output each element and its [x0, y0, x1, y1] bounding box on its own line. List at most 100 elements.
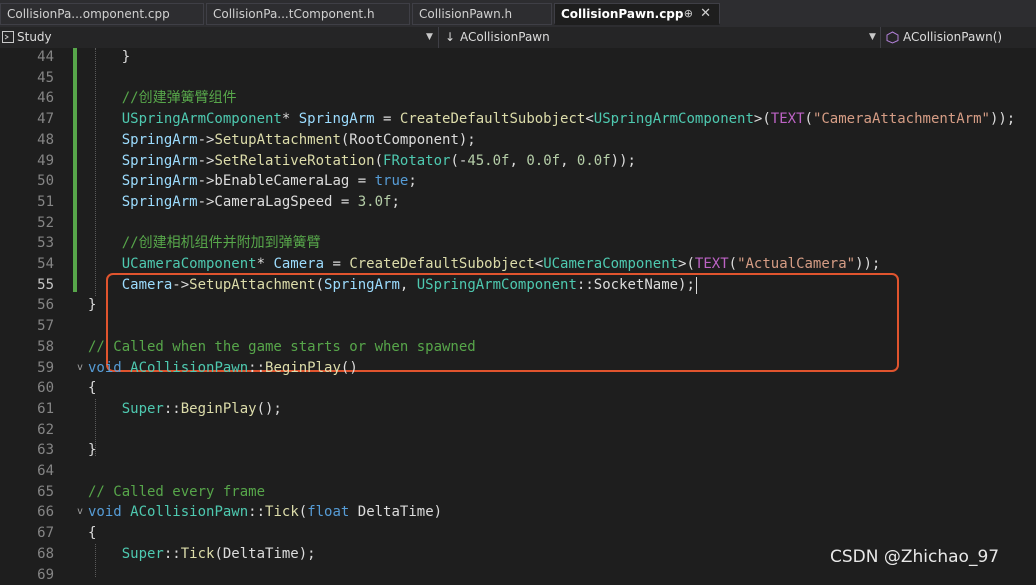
code-editor[interactable]: 44 }4546 //创建弹簧臂组件47 USpringArmComponent…: [0, 48, 1036, 577]
line-number: 54: [0, 254, 54, 274]
code-text: {: [88, 523, 96, 543]
line-number: 52: [0, 213, 54, 233]
fold-toggle-icon[interactable]: v: [77, 502, 83, 522]
tab-collisionpawn-h[interactable]: CollisionPawn.h: [412, 3, 552, 25]
code-token: USpringArmComponent: [594, 111, 754, 127]
line-number: 60: [0, 378, 54, 398]
code-token: ->: [198, 153, 215, 169]
line-number: 57: [0, 316, 54, 336]
code-text: void ACollisionPawn::Tick(float DeltaTim…: [88, 502, 442, 522]
line-number: 46: [0, 88, 54, 108]
code-line[interactable]: 64: [0, 461, 1036, 482]
code-line[interactable]: 69: [0, 565, 1036, 585]
code-token: (: [299, 504, 307, 520]
line-number: 44: [0, 47, 54, 67]
code-token: {: [88, 525, 96, 541]
line-number: 58: [0, 337, 54, 357]
line-number: 65: [0, 482, 54, 502]
code-token: //创建相机组件并附加到弹簧臂: [88, 235, 321, 251]
code-token: ->bEnableCameraLag =: [198, 173, 375, 189]
code-line[interactable]: 50 SpringArm->bEnableCameraLag = true;: [0, 171, 1036, 192]
line-number: 63: [0, 440, 54, 460]
code-line[interactable]: 51 SpringArm->CameraLagSpeed = 3.0f;: [0, 192, 1036, 213]
code-token: *: [257, 256, 274, 272]
code-line[interactable]: 47 USpringArmComponent* SpringArm = Crea…: [0, 109, 1036, 130]
chevron-down-icon[interactable]: ▼: [426, 27, 433, 48]
code-token: ();: [257, 401, 282, 417]
code-token: Tick: [181, 546, 215, 562]
code-line[interactable]: 49 SpringArm->SetRelativeRotation(FRotat…: [0, 151, 1036, 172]
code-token: }: [88, 49, 130, 65]
code-token: USpringArmComponent: [88, 111, 282, 127]
code-line[interactable]: 44 }: [0, 47, 1036, 68]
code-token: >(: [754, 111, 771, 127]
code-token: BeginPlay: [265, 360, 341, 376]
line-number: 61: [0, 399, 54, 419]
code-line[interactable]: 65 // Called every frame: [0, 482, 1036, 503]
tab-label: CollisionPawn.cpp: [561, 7, 683, 21]
pin-icon[interactable]: ⊕: [684, 4, 693, 24]
tab-collisionpawn-component-h[interactable]: CollisionPa...tComponent.h: [206, 3, 410, 25]
member-dropdown[interactable]: ACollisionPawn(): [903, 27, 1028, 48]
code-token: ));: [855, 256, 880, 272]
code-line[interactable]: 56}: [0, 295, 1036, 316]
code-text: // Called every frame: [88, 482, 265, 502]
code-token: FRotator: [383, 153, 450, 169]
tab-label: CollisionPawn.h: [419, 7, 512, 21]
code-line[interactable]: 45: [0, 68, 1036, 89]
code-token: ;: [408, 173, 416, 189]
code-line[interactable]: 53 //创建相机组件并附加到弹簧臂: [0, 233, 1036, 254]
code-token: "CameraAttachmentArm": [813, 111, 990, 127]
code-line[interactable]: 54 UCameraComponent* Camera = CreateDefa…: [0, 254, 1036, 275]
tab-collisionpawn-component-cpp[interactable]: CollisionPa...omponent.cpp: [0, 3, 204, 25]
code-token: 0.0f: [577, 153, 611, 169]
code-token: // Called every frame: [88, 484, 265, 500]
chevron-down-icon[interactable]: ▼: [869, 27, 876, 48]
code-line[interactable]: 66vvoid ACollisionPawn::Tick(float Delta…: [0, 502, 1036, 523]
code-token: SetRelativeRotation: [214, 153, 374, 169]
code-token: ACollisionPawn: [130, 504, 248, 520]
code-line[interactable]: 55 Camera->SetupAttachment(SpringArm, US…: [0, 275, 1036, 296]
code-line[interactable]: 61 Super::BeginPlay();: [0, 399, 1036, 420]
project-dropdown[interactable]: Study: [17, 27, 397, 48]
code-token: SpringArm: [88, 194, 198, 210]
code-line[interactable]: 59vvoid ACollisionPawn::BeginPlay(): [0, 358, 1036, 379]
code-text: SpringArm->bEnableCameraLag = true;: [88, 171, 417, 191]
watermark: CSDN @Zhichao_97: [830, 547, 999, 567]
code-token: =: [324, 256, 349, 272]
code-token: <: [535, 256, 543, 272]
fold-toggle-icon[interactable]: v: [77, 358, 83, 378]
line-number: 59: [0, 358, 54, 378]
code-line[interactable]: 58 // Called when the game starts or when…: [0, 337, 1036, 358]
code-line[interactable]: 57: [0, 316, 1036, 337]
code-token: SpringArm: [324, 277, 400, 293]
code-token: ->: [172, 277, 189, 293]
tab-collisionpawn-cpp[interactable]: CollisionPawn.cpp ⊕ ✕: [554, 3, 720, 25]
line-number: 69: [0, 565, 54, 585]
line-number: 47: [0, 109, 54, 129]
close-icon[interactable]: ✕: [700, 4, 711, 24]
project-icon: [2, 27, 16, 48]
code-text: }: [88, 47, 130, 67]
code-line[interactable]: 63}: [0, 440, 1036, 461]
divider: [438, 27, 439, 48]
code-line[interactable]: 52: [0, 213, 1036, 234]
code-token: Camera: [88, 277, 172, 293]
code-token: // Called when the game starts or when s…: [88, 339, 476, 355]
code-line[interactable]: 46 //创建弹簧臂组件: [0, 88, 1036, 109]
code-text: Super::BeginPlay();: [88, 399, 282, 419]
class-scope-dropdown[interactable]: ACollisionPawn: [460, 27, 850, 48]
code-token: DeltaTime): [358, 504, 442, 520]
code-line[interactable]: 48 SpringArm->SetupAttachment(RootCompon…: [0, 130, 1036, 151]
member-icon: [886, 27, 900, 48]
code-line[interactable]: 67{: [0, 523, 1036, 544]
code-token: =: [375, 111, 400, 127]
code-token: CreateDefaultSubobject: [400, 111, 585, 127]
code-token: 3.0f: [358, 194, 392, 210]
code-line[interactable]: 62: [0, 420, 1036, 441]
code-token: Super: [88, 546, 164, 562]
line-number: 45: [0, 68, 54, 88]
code-line[interactable]: 60{: [0, 378, 1036, 399]
code-token: void: [88, 360, 130, 376]
code-token: SpringArm: [88, 132, 198, 148]
